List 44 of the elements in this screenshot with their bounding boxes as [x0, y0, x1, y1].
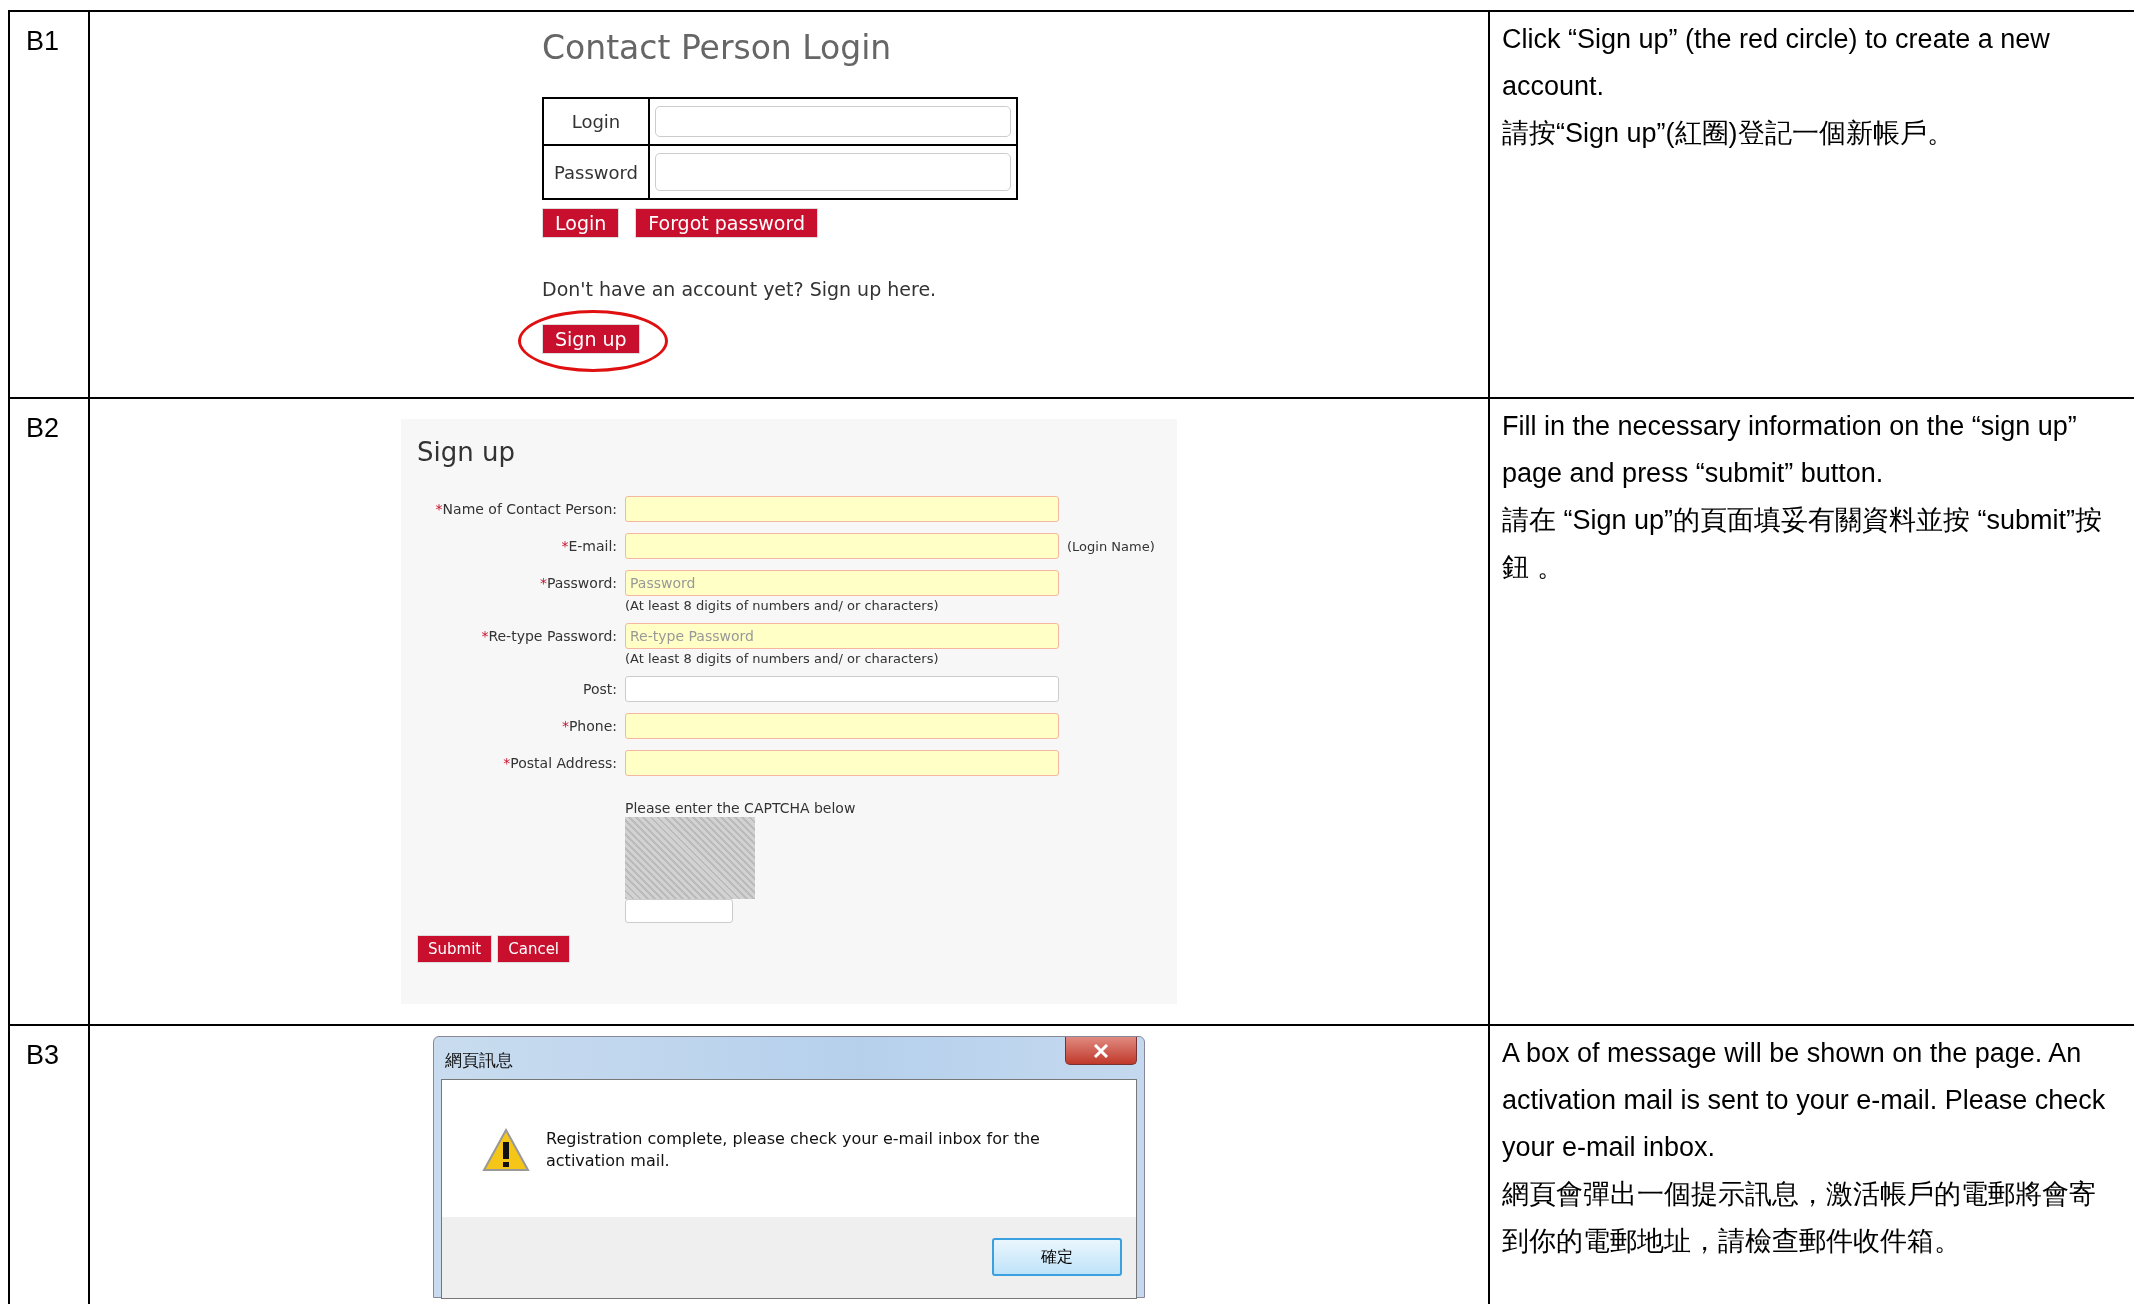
field-note: (Login Name): [1067, 538, 1156, 554]
field-label: *Re-type Password:: [480, 627, 617, 646]
field-label: Post:: [582, 680, 617, 699]
input-field[interactable]: [625, 533, 1059, 559]
captcha-input[interactable]: [625, 899, 733, 923]
field-label: Password: [543, 145, 649, 199]
input-field[interactable]: [655, 153, 1011, 191]
field-hint: (At least 8 digits of numbers and/ or characters): [625, 651, 940, 666]
instruction-text: A box of message will be shown on the page. An activation mail is sent to your e-mail. Please check your e-mail inbox.: [1502, 1037, 2107, 1164]
input-field[interactable]: [625, 750, 1059, 776]
warning-icon: [482, 1128, 530, 1172]
close-button[interactable]: [1065, 1037, 1137, 1065]
field-label: Login: [543, 98, 649, 145]
dialog-title: 網頁訊息: [445, 1049, 513, 1072]
input-field[interactable]: [655, 106, 1011, 137]
ok-button[interactable]: 確定: [992, 1238, 1122, 1277]
form-button[interactable]: Submit: [417, 935, 493, 963]
field-label: *Phone:: [560, 717, 617, 736]
field-label: *Postal Address:: [502, 754, 617, 773]
input-field[interactable]: [625, 676, 1059, 702]
step-label: B1: [8, 12, 88, 397]
field-hint: (At least 8 digits of numbers and/ or characters): [625, 598, 940, 613]
instruction-text: 請在 “Sign up”的頁面填妥有關資料並按 “submit”按鈕 。: [1502, 504, 2104, 584]
login-title: Contact Person Login: [542, 28, 893, 67]
field-label: *E-mail:: [560, 537, 617, 556]
instruction-text: Click “Sign up” (the red circle) to create a new account.: [1502, 23, 2051, 103]
input-field[interactable]: [625, 496, 1059, 522]
login-button[interactable]: Login: [542, 208, 620, 238]
login-button[interactable]: Forgot password: [635, 208, 818, 238]
close-icon: [1093, 1043, 1109, 1058]
instruction-text: Fill in the necessary information on the “sign up” page and press “submit” button.: [1502, 410, 2078, 490]
field-label: *Name of Contact Person:: [434, 500, 617, 519]
form-button[interactable]: Cancel: [497, 935, 571, 963]
instruction-text: 網頁會彈出一個提示訊息，激活帳戶的電郵將會寄到你的電郵地址，請檢查郵件收件箱。: [1502, 1178, 2097, 1258]
captcha-prompt: Please enter the CAPTCHA below: [625, 800, 857, 816]
instruction-text: 請按“Sign up”(紅圈)登記一個新帳戶。: [1502, 117, 1955, 150]
dialog-message: Registration complete, please check your e-mail inbox for the activation mail.: [546, 1128, 1041, 1172]
form-title: Sign up: [417, 437, 516, 467]
step-label: B3: [8, 1026, 88, 1304]
input-field[interactable]: [625, 713, 1059, 739]
signup-prompt: Don't have an account yet? Sign up here.: [542, 278, 938, 300]
field-label: *Password:: [538, 574, 617, 593]
step-label: B2: [8, 399, 88, 1024]
signup-button[interactable]: Sign up: [542, 324, 640, 354]
